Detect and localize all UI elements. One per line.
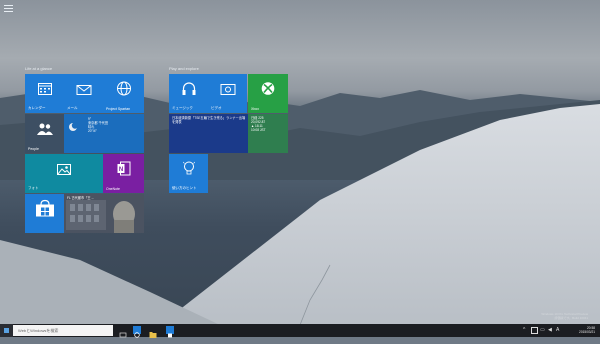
store-taskbar-icon[interactable] [166, 326, 174, 338]
headphones-icon [181, 82, 196, 101]
news-image-caption: FL 古代都市「王 ... [67, 196, 95, 200]
tile-video[interactable]: ビデオ [208, 74, 247, 113]
news-headline: 日本経済新聞「TSE五輪で生き残る」ランナー出場を発表 [172, 116, 246, 124]
people-icon [36, 122, 53, 140]
weather-range: 20°/4° [88, 129, 97, 133]
notification-icon[interactable] [531, 327, 538, 334]
tile-video-label: ビデオ [211, 106, 222, 110]
tile-onenote[interactable]: N OneNote [103, 154, 144, 193]
volume-icon[interactable]: ◀ [548, 327, 552, 333]
clock-date: 2015/03/21 [579, 330, 595, 334]
watermark-line2: 評価版です。Build 10041 [554, 316, 588, 320]
network-icon[interactable]: ▭ [540, 327, 545, 333]
tile-xbox[interactable]: Xbox [248, 74, 288, 113]
tile-calendar-label: カレンダー [28, 106, 46, 110]
tile-tips-label: 使い方のヒント [172, 186, 197, 190]
tile-music[interactable]: ミュージック [169, 74, 208, 113]
file-explorer-icon[interactable] [149, 326, 157, 338]
globe-icon [116, 81, 131, 101]
tile-people-label: People [28, 147, 39, 151]
tile-mail-label: メール [67, 106, 78, 110]
ime-indicator[interactable]: A [556, 327, 559, 333]
tile-mail[interactable]: メール [64, 74, 103, 113]
money-line4: 10:08 JST [251, 128, 266, 132]
group-title-life: Life at a glance [25, 66, 53, 71]
tile-weather[interactable]: 9° 東京都 千代田 晴れ 20°/4° [64, 114, 144, 153]
search-input[interactable]: WebとWindowsを検索 [13, 325, 113, 336]
ie-taskbar-icon[interactable] [133, 326, 141, 338]
video-icon [220, 82, 235, 100]
tile-news[interactable]: 日本経済新聞「TSE五輪で生き残る」ランナー出場を発表 [169, 114, 248, 153]
xbox-icon [261, 82, 275, 101]
tile-tips[interactable]: 使い方のヒント [169, 154, 208, 193]
moon-icon [68, 119, 79, 137]
clock[interactable]: 20:58 2015/03/21 [565, 326, 595, 334]
onenote-icon: N [117, 161, 130, 181]
taskbar: WebとWindowsを検索 ^ ▭ ◀ A 20:58 2015/03/21 [0, 324, 600, 338]
lightbulb-icon [182, 161, 195, 181]
hamburger-menu-button[interactable] [4, 5, 13, 12]
tile-project-spartan-label: Project Spartan [106, 107, 131, 111]
tile-news-image[interactable]: FL 古代都市「王 ... [64, 194, 144, 233]
photo-icon [57, 162, 71, 180]
group-title-play: Play and explore [169, 66, 199, 71]
calendar-icon [37, 82, 52, 100]
tile-people[interactable]: People [25, 114, 64, 153]
tile-photos[interactable]: フォト [25, 154, 103, 193]
tile-xbox-label: Xbox [251, 107, 259, 111]
show-hidden-icons[interactable]: ^ [523, 327, 525, 333]
mail-icon [76, 82, 91, 100]
tile-calendar[interactable]: カレンダー [25, 74, 64, 113]
tile-store[interactable] [25, 194, 64, 233]
tile-money[interactable]: 日経 225 20,092.87 ▲ 18.11 10:08 JST [248, 114, 288, 153]
tile-music-label: ミュージック [172, 106, 193, 110]
tile-photos-label: フォト [28, 186, 39, 190]
store-bag-icon [35, 200, 55, 223]
tile-project-spartan[interactable]: Project Spartan [103, 74, 144, 113]
tile-onenote-label: OneNote [106, 187, 121, 191]
start-button[interactable] [0, 324, 13, 337]
svg-text:N: N [118, 167, 122, 173]
evaluation-watermark: Windows 10 Pro Technical Preview 評価版です。B… [541, 312, 588, 320]
task-view-icon[interactable] [119, 326, 127, 338]
